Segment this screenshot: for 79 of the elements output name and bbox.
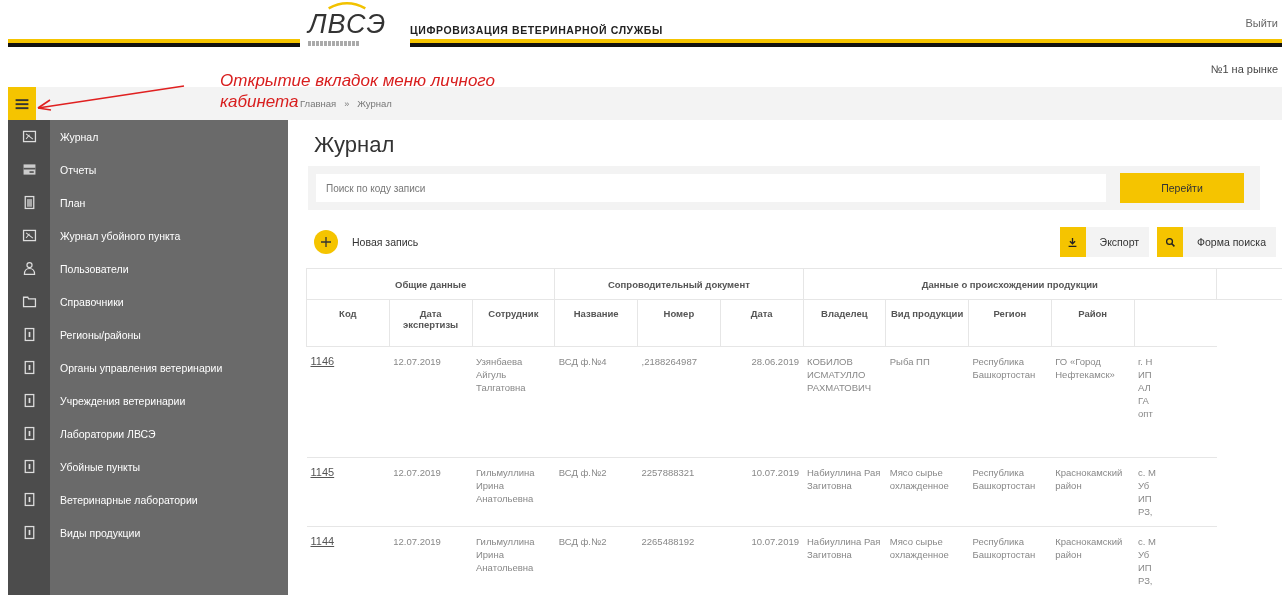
plus-icon <box>314 230 338 254</box>
new-record-button[interactable]: Новая запись <box>306 230 419 254</box>
table-cell: ,2188264987 <box>637 346 721 458</box>
sidebar-item[interactable]: Лаборатории ЛВСЭ <box>8 417 288 450</box>
slogan-text: №1 на рынке <box>1210 63 1278 75</box>
sidebar-item[interactable]: Отчеты <box>8 153 288 186</box>
sidebar-item[interactable]: Виды продукции <box>8 516 288 549</box>
table-cell: 2257888321 <box>637 457 721 527</box>
menu-button[interactable] <box>8 87 36 120</box>
sidebar-item[interactable]: Ветеринарные лаборатории <box>8 483 288 516</box>
table-cell: Гильмуллина Ирина Анатольевна <box>472 526 555 595</box>
sidebar-item[interactable]: Учреждения ветеринарии <box>8 384 288 417</box>
table-cell: 10.07.2019 <box>720 457 803 527</box>
site-title: ЦИФРОВИЗАЦИЯ ВЕТЕРИНАРНОЙ СЛУЖБЫ <box>410 22 663 36</box>
notebook-icon <box>20 227 38 244</box>
column-header: Район <box>1051 299 1134 347</box>
table-cell: 12.07.2019 <box>389 457 472 527</box>
sidebar-item[interactable]: План <box>8 186 288 219</box>
column-header: Название <box>554 299 638 347</box>
sidebar-item[interactable]: Справочники <box>8 285 288 318</box>
search-icon <box>1163 235 1177 249</box>
notebook-icon <box>20 128 38 145</box>
table-cell: ГО «Город Нефтекамск» <box>1051 346 1134 458</box>
sidebar-item[interactable]: Органы управления ветеринарии <box>8 351 288 384</box>
table-cell: 10.07.2019 <box>720 526 803 595</box>
table-cell: Гильмуллина Ирина Анатольевна <box>472 457 555 527</box>
search-form-button[interactable]: Форма поиска <box>1157 227 1276 257</box>
sidebar-item[interactable]: Пользователи <box>8 252 288 285</box>
column-header: Владелец <box>803 299 886 347</box>
breadcrumb-separator: » <box>344 98 350 109</box>
sidebar-item[interactable]: Журнал <box>8 120 288 153</box>
page-title: Журнал <box>314 132 396 158</box>
column-group-header: Данные о происхождении продукции <box>803 268 1217 300</box>
table-cell: ВСД ф.№4 <box>554 346 638 458</box>
record-link[interactable]: 1144 <box>310 535 335 547</box>
column-header: Дата <box>720 299 803 347</box>
logo: ЛВСЭ <box>300 0 410 60</box>
column-header: Дата экспертизы <box>389 299 472 347</box>
table-cell: 12.07.2019 <box>389 526 472 595</box>
table-cell: Набиуллина Рая Загитовна <box>803 526 886 595</box>
annotation-line: Открытие вкладок меню личного <box>220 70 495 91</box>
table-cell: с. М Уб ИП РЗ, <box>1134 526 1217 595</box>
table-cell: Республика Башкортостан <box>968 526 1052 595</box>
record-link[interactable]: 1145 <box>310 466 335 478</box>
annotation-line: кабинета <box>220 91 299 112</box>
table-cell: г. Н ИП АЛ ГА опт <box>1134 346 1217 458</box>
search-field[interactable]: Поиск по коду записи <box>316 174 1106 202</box>
table-cell: с. М Уб ИП РЗ, <box>1134 457 1217 527</box>
table-cell: Мясо сырье охлажденное <box>885 526 969 595</box>
column-header: Регион <box>968 299 1052 347</box>
table-cell: 2265488192 <box>637 526 721 595</box>
breadcrumb-link[interactable]: Главная <box>300 98 337 109</box>
table-cell: Узянбаева Айгуль Талгатовна <box>472 346 555 458</box>
column-header: Код <box>306 299 390 347</box>
sidebar-item[interactable]: Убойные пункты <box>8 450 288 483</box>
column-group-header: Общие данные <box>306 268 555 300</box>
table-cell: ВСД ф.№2 <box>554 457 638 527</box>
sidebar-item[interactable]: Журнал убойного пункта <box>8 219 288 252</box>
export-button[interactable]: Экспорт <box>1059 227 1150 257</box>
record-link[interactable]: 1146 <box>310 355 335 367</box>
table-cell: Краснокамский район <box>1051 457 1134 527</box>
table-cell: Республика Башкортостан <box>968 346 1052 458</box>
column-header: Вид продукции <box>885 299 969 347</box>
table-cell: Рыба ПП <box>885 346 969 458</box>
table-cell: Набиуллина Рая Загитовна <box>803 457 886 527</box>
column-group-header: Сопроводительный документ <box>554 268 803 300</box>
table-cell: Республика Башкортостан <box>968 457 1052 527</box>
logout-link[interactable]: Выйти <box>1245 16 1278 29</box>
table-cell: Мясо сырье охлажденное <box>885 457 969 527</box>
table-cell: ВСД ф.№2 <box>554 526 638 595</box>
table-cell: 28.06.2019 <box>720 346 803 458</box>
table-cell: 12.07.2019 <box>389 346 472 458</box>
table-cell: КОБИЛОВ ИСМАТУЛЛО РАХМАТОВИЧ <box>803 346 886 458</box>
sidebar-item[interactable]: Регионы/районы <box>8 318 288 351</box>
breadcrumb-current: Журнал <box>357 98 392 109</box>
go-button[interactable]: Перейти <box>1120 173 1244 203</box>
column-header: Номер <box>637 299 721 347</box>
table-cell: Краснокамский район <box>1051 526 1134 595</box>
column-header: Сотрудник <box>472 299 555 347</box>
